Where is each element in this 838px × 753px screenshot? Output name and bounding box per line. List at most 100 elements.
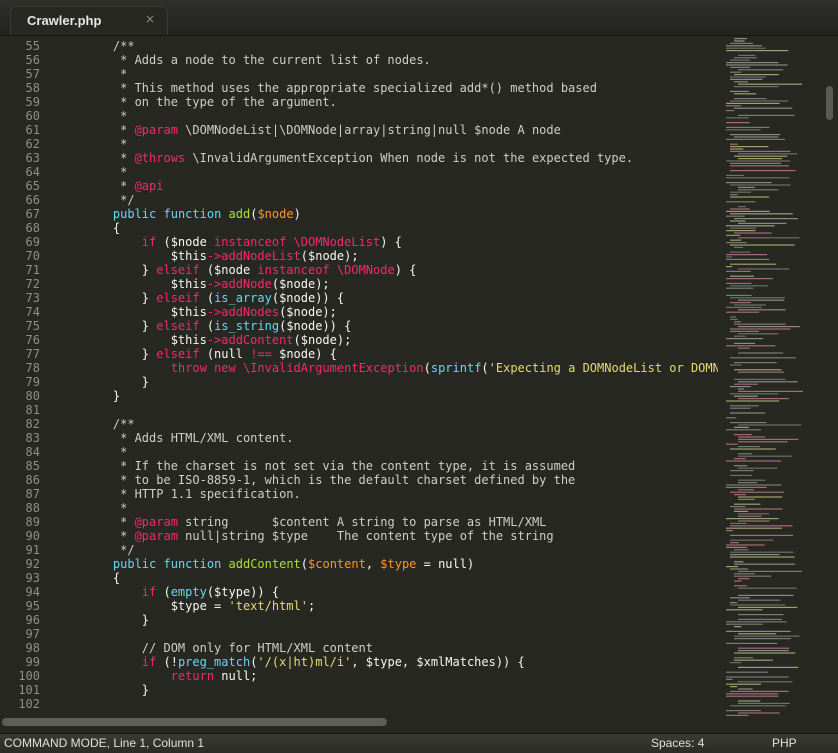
- minimap-line: [734, 510, 749, 512]
- code-token: ($node: [156, 235, 215, 249]
- minimap-line: [726, 642, 778, 644]
- code-token: @param: [134, 123, 178, 137]
- code-text[interactable]: /** * Adds a node to the current list of…: [84, 39, 718, 711]
- horizontal-scrollbar-thumb[interactable]: [2, 718, 387, 726]
- code-line: } elseif (null !== $node) {: [84, 347, 718, 361]
- code-line: {: [84, 571, 718, 585]
- minimap-line: [738, 455, 793, 457]
- minimap[interactable]: [724, 36, 824, 718]
- code-token: @throws: [134, 151, 186, 165]
- minimap-line: [738, 381, 798, 383]
- minimap-line: [734, 585, 747, 587]
- code-token: * HTTP 1.1 specification.: [84, 487, 301, 501]
- code-token: *: [84, 67, 128, 81]
- minimap-line: [726, 630, 791, 632]
- code-token: @param: [134, 515, 178, 529]
- minimap-line: [738, 599, 781, 601]
- code-token: ($node);: [279, 305, 337, 319]
- code-token: (: [481, 361, 489, 375]
- code-token: }: [84, 319, 157, 333]
- code-line: * @param null|string $type The content t…: [84, 529, 718, 543]
- code-token: *: [84, 501, 128, 515]
- minimap-line: [730, 42, 754, 44]
- minimap-line: [730, 534, 794, 536]
- line-number: 61: [25, 123, 40, 137]
- minimap-line: [734, 635, 800, 637]
- minimap-line: [734, 342, 755, 344]
- minimap-line: [734, 246, 744, 248]
- code-token: $node) {: [271, 347, 337, 361]
- code-token: if: [141, 655, 157, 669]
- minimap-line: [730, 686, 738, 688]
- line-number: 88: [25, 501, 40, 515]
- minimap-line: [730, 364, 742, 366]
- code-token: ($type)) {: [206, 585, 280, 599]
- code-line: /**: [84, 417, 718, 431]
- minimap-line: [726, 234, 741, 236]
- line-number: 67: [25, 207, 40, 221]
- minimap-line: [726, 177, 790, 179]
- code-token: @api: [134, 179, 164, 193]
- code-editor[interactable]: 55 56 57 58 59 60 61 62 63 64 65 66 67 68 69 70 71 72 73 74…: [0, 35, 718, 718]
- minimap-line: [730, 134, 781, 136]
- code-token: \InvalidArgumentException When node is n…: [185, 151, 634, 165]
- minimap-line: [730, 330, 760, 332]
- minimap-line: [734, 107, 793, 109]
- minimap-line: [726, 45, 762, 47]
- code-token: ;: [307, 599, 316, 613]
- minimap-line: [730, 148, 744, 150]
- code-line: $this->addContent($node);: [84, 333, 718, 347]
- minimap-line: [730, 474, 753, 476]
- minimap-line: [726, 566, 739, 568]
- minimap-line: [726, 623, 763, 625]
- minimap-line: [730, 196, 770, 198]
- minimap-line: [730, 491, 785, 493]
- code-token: /**: [84, 39, 135, 53]
- minimap-line: [726, 129, 761, 131]
- code-line: $type = 'text/html';: [84, 599, 718, 613]
- indentation-setting[interactable]: Spaces: 4: [651, 736, 704, 750]
- code-token: (!: [156, 655, 178, 669]
- vertical-scrollbar-thumb[interactable]: [826, 86, 833, 120]
- minimap-line: [738, 515, 762, 517]
- syntax-selector[interactable]: PHP: [772, 736, 797, 750]
- minimap-line: [738, 153, 798, 155]
- code-line: * @api: [84, 179, 718, 193]
- minimap-line: [738, 453, 753, 455]
- code-token: elseif: [156, 319, 200, 333]
- minimap-line: [738, 206, 746, 208]
- code-line: $this->addNode($node);: [84, 277, 718, 291]
- line-number: 96: [25, 613, 40, 627]
- line-number: 60: [25, 109, 40, 123]
- minimap-line: [738, 189, 779, 191]
- code-token: ($node);: [293, 333, 352, 347]
- minimap-line: [738, 299, 785, 301]
- code-line: return null;: [84, 669, 718, 683]
- vertical-scrollbar[interactable]: [826, 36, 836, 718]
- minimap-line: [730, 318, 738, 320]
- minimap-line: [738, 390, 804, 392]
- minimap-line: [738, 347, 750, 349]
- tab-crawler-php[interactable]: Crawler.php ×: [10, 6, 168, 35]
- minimap-line: [738, 650, 789, 652]
- minimap-line: [726, 50, 789, 52]
- minimap-line: [738, 606, 798, 608]
- line-number: 79: [25, 375, 40, 389]
- code-line: throw new \InvalidArgumentException(spri…: [84, 361, 718, 375]
- minimap-line: [730, 405, 759, 407]
- code-token: ($node);: [271, 277, 330, 291]
- minimap-line: [730, 597, 750, 599]
- minimap-line: [730, 275, 754, 277]
- code-line: * This method uses the appropriate speci…: [84, 81, 718, 95]
- close-icon[interactable]: ×: [145, 12, 155, 26]
- minimap-line: [726, 266, 733, 268]
- code-line: if (!preg_match('/(x|ht)ml/i', $type, $x…: [84, 655, 718, 669]
- code-token: * Adds HTML/XML content.: [84, 431, 294, 445]
- minimap-line: [730, 184, 791, 186]
- minimap-line: [726, 710, 761, 712]
